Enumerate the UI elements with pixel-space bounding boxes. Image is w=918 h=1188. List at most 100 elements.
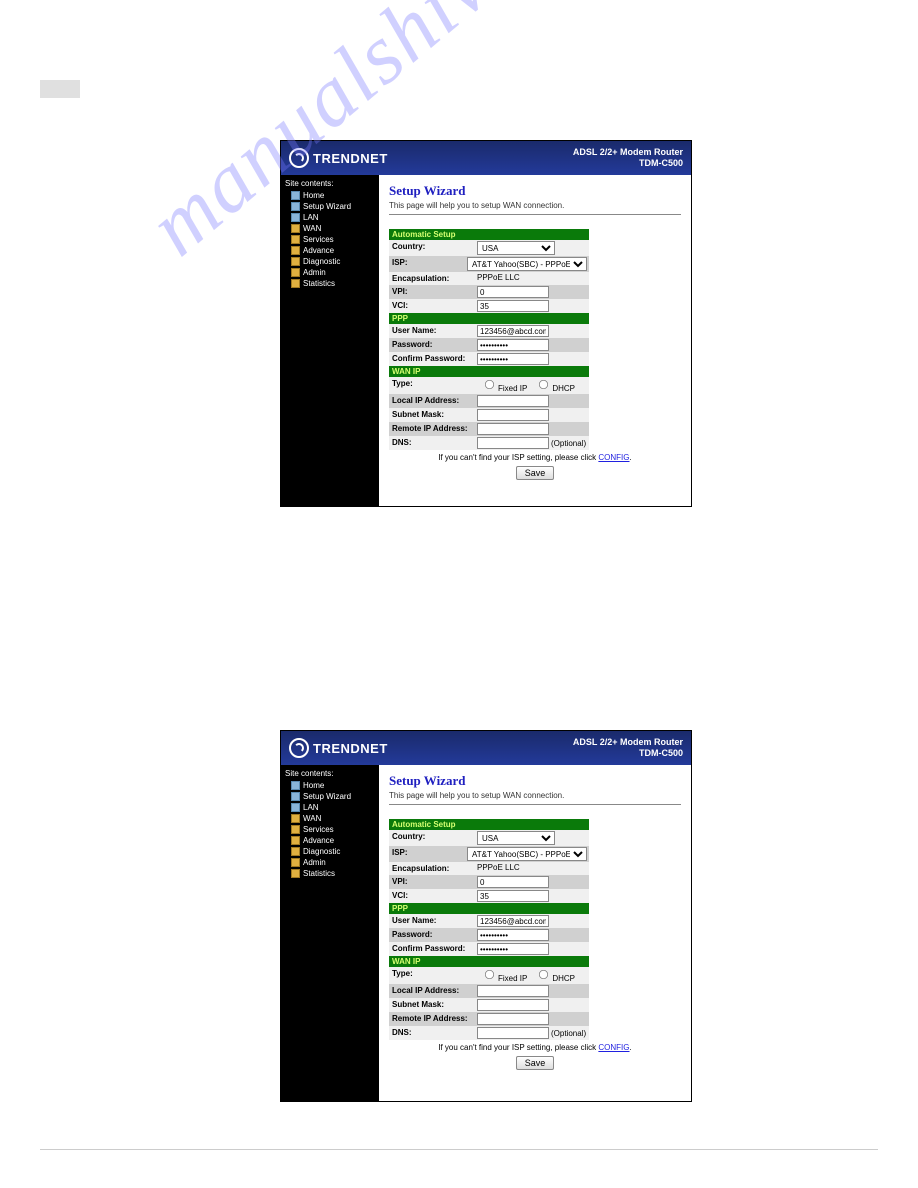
isp-select[interactable]: AT&T Yahoo(SBC) - PPPoE xyxy=(467,847,587,861)
dns-input[interactable] xyxy=(477,437,549,449)
password-label: Password: xyxy=(389,338,475,352)
sidebar-item-admin[interactable]: Admin xyxy=(285,267,375,278)
sidebar-item-label: Setup Wizard xyxy=(303,792,351,801)
dns-label: DNS: xyxy=(389,436,475,450)
sidebar-item-wan[interactable]: WAN xyxy=(285,223,375,234)
folder-icon xyxy=(291,246,300,255)
remoteip-input[interactable] xyxy=(477,423,549,435)
subnet-label: Subnet Mask: xyxy=(389,408,475,422)
sidebar-item-admin[interactable]: Admin xyxy=(285,857,375,868)
password-input[interactable] xyxy=(477,339,549,351)
page-title: Setup Wizard xyxy=(389,183,681,199)
sidebar-item-advance[interactable]: Advance xyxy=(285,245,375,256)
sidebar-item-advance[interactable]: Advance xyxy=(285,835,375,846)
sidebar-item-statistics[interactable]: Statistics xyxy=(285,868,375,879)
subnet-input[interactable] xyxy=(477,999,549,1011)
sidebar-item-label: Diagnostic xyxy=(303,257,340,266)
header-bar: TRENDNET ADSL 2/2+ Modem Router TDM-C500 xyxy=(281,731,691,765)
bottom-note: If you can't find your ISP setting, plea… xyxy=(389,1043,681,1052)
username-input[interactable] xyxy=(477,325,549,337)
sidebar-item-label: Statistics xyxy=(303,869,335,878)
config-link[interactable]: CONFIG xyxy=(598,453,629,462)
password-label: Password: xyxy=(389,928,475,942)
folder-icon xyxy=(291,869,300,878)
country-select[interactable]: USA xyxy=(477,241,555,255)
confirm-input[interactable] xyxy=(477,353,549,365)
country-select[interactable]: USA xyxy=(477,831,555,845)
product-line1: ADSL 2/2+ Modem Router xyxy=(573,737,683,748)
section-ppp: PPP xyxy=(389,313,589,324)
folder-icon xyxy=(291,836,300,845)
sidebar-item-setup-wizard[interactable]: Setup Wizard xyxy=(285,791,375,802)
isp-select[interactable]: AT&T Yahoo(SBC) - PPPoE xyxy=(467,257,587,271)
optional-label: (Optional) xyxy=(551,1029,586,1038)
vci-input[interactable] xyxy=(477,890,549,902)
intro-text: This page will help you to setup WAN con… xyxy=(389,201,681,210)
sidebar-item-label: LAN xyxy=(303,213,319,222)
save-button[interactable]: Save xyxy=(516,466,555,480)
sidebar-item-label: WAN xyxy=(303,814,321,823)
type-dhcp-radio[interactable] xyxy=(539,970,548,979)
bottom-note: If you can't find your ISP setting, plea… xyxy=(389,453,681,462)
type-fixed-radio[interactable] xyxy=(485,380,494,389)
subnet-input[interactable] xyxy=(477,409,549,421)
page-icon xyxy=(291,792,300,801)
note-prefix: If you can't find your ISP setting, plea… xyxy=(438,1043,598,1052)
sidebar-item-lan[interactable]: LAN xyxy=(285,802,375,813)
sidebar-item-label: Services xyxy=(303,235,334,244)
sidebar-item-services[interactable]: Services xyxy=(285,824,375,835)
subnet-label: Subnet Mask: xyxy=(389,998,475,1012)
username-input[interactable] xyxy=(477,915,549,927)
vci-label: VCI: xyxy=(389,889,475,903)
vci-input[interactable] xyxy=(477,300,549,312)
confirm-input[interactable] xyxy=(477,943,549,955)
localip-input[interactable] xyxy=(477,985,549,997)
remoteip-input[interactable] xyxy=(477,1013,549,1025)
sidebar-item-diagnostic[interactable]: Diagnostic xyxy=(285,256,375,267)
folder-icon xyxy=(291,268,300,277)
config-link[interactable]: CONFIG xyxy=(598,1043,629,1052)
sidebar-item-services[interactable]: Services xyxy=(285,234,375,245)
sidebar-item-statistics[interactable]: Statistics xyxy=(285,278,375,289)
sidebar-item-wan[interactable]: WAN xyxy=(285,813,375,824)
page-icon xyxy=(291,202,300,211)
remoteip-label: Remote IP Address: xyxy=(389,1012,475,1026)
vpi-input[interactable] xyxy=(477,286,549,298)
username-label: User Name: xyxy=(389,324,475,338)
localip-label: Local IP Address: xyxy=(389,394,475,408)
sidebar-item-label: WAN xyxy=(303,224,321,233)
type-fixed-radio[interactable] xyxy=(485,970,494,979)
sidebar-item-setup-wizard[interactable]: Setup Wizard xyxy=(285,201,375,212)
sidebar-item-home[interactable]: Home xyxy=(285,780,375,791)
header-product: ADSL 2/2+ Modem Router TDM-C500 xyxy=(573,147,683,169)
type-label: Type: xyxy=(389,377,475,394)
remoteip-label: Remote IP Address: xyxy=(389,422,475,436)
page-icon xyxy=(291,781,300,790)
folder-icon xyxy=(291,825,300,834)
localip-input[interactable] xyxy=(477,395,549,407)
encap-value: PPPoE LLC xyxy=(475,862,589,875)
header-bar: TRENDNET ADSL 2/2+ Modem Router TDM-C500 xyxy=(281,141,691,175)
password-input[interactable] xyxy=(477,929,549,941)
setup-form: Automatic Setup Country:USA ISP:AT&T Yah… xyxy=(389,819,589,1040)
sidebar-item-label: Advance xyxy=(303,836,334,845)
sidebar-item-diagnostic[interactable]: Diagnostic xyxy=(285,846,375,857)
sidebar: Site contents: Home Setup Wizard LAN WAN… xyxy=(281,765,379,1101)
section-wanip: WAN IP xyxy=(389,956,589,967)
folder-icon xyxy=(291,814,300,823)
sidebar-item-label: LAN xyxy=(303,803,319,812)
sidebar-item-home[interactable]: Home xyxy=(285,190,375,201)
localip-label: Local IP Address: xyxy=(389,984,475,998)
type-dhcp-radio[interactable] xyxy=(539,380,548,389)
dns-input[interactable] xyxy=(477,1027,549,1039)
vpi-input[interactable] xyxy=(477,876,549,888)
product-line2: TDM-C500 xyxy=(573,748,683,759)
section-automatic: Automatic Setup xyxy=(389,229,589,240)
sidebar-item-label: Advance xyxy=(303,246,334,255)
country-label: Country: xyxy=(389,830,475,846)
save-button[interactable]: Save xyxy=(516,1056,555,1070)
folder-icon xyxy=(291,235,300,244)
sidebar-item-label: Admin xyxy=(303,268,326,277)
type-label: Type: xyxy=(389,967,475,984)
sidebar-item-lan[interactable]: LAN xyxy=(285,212,375,223)
